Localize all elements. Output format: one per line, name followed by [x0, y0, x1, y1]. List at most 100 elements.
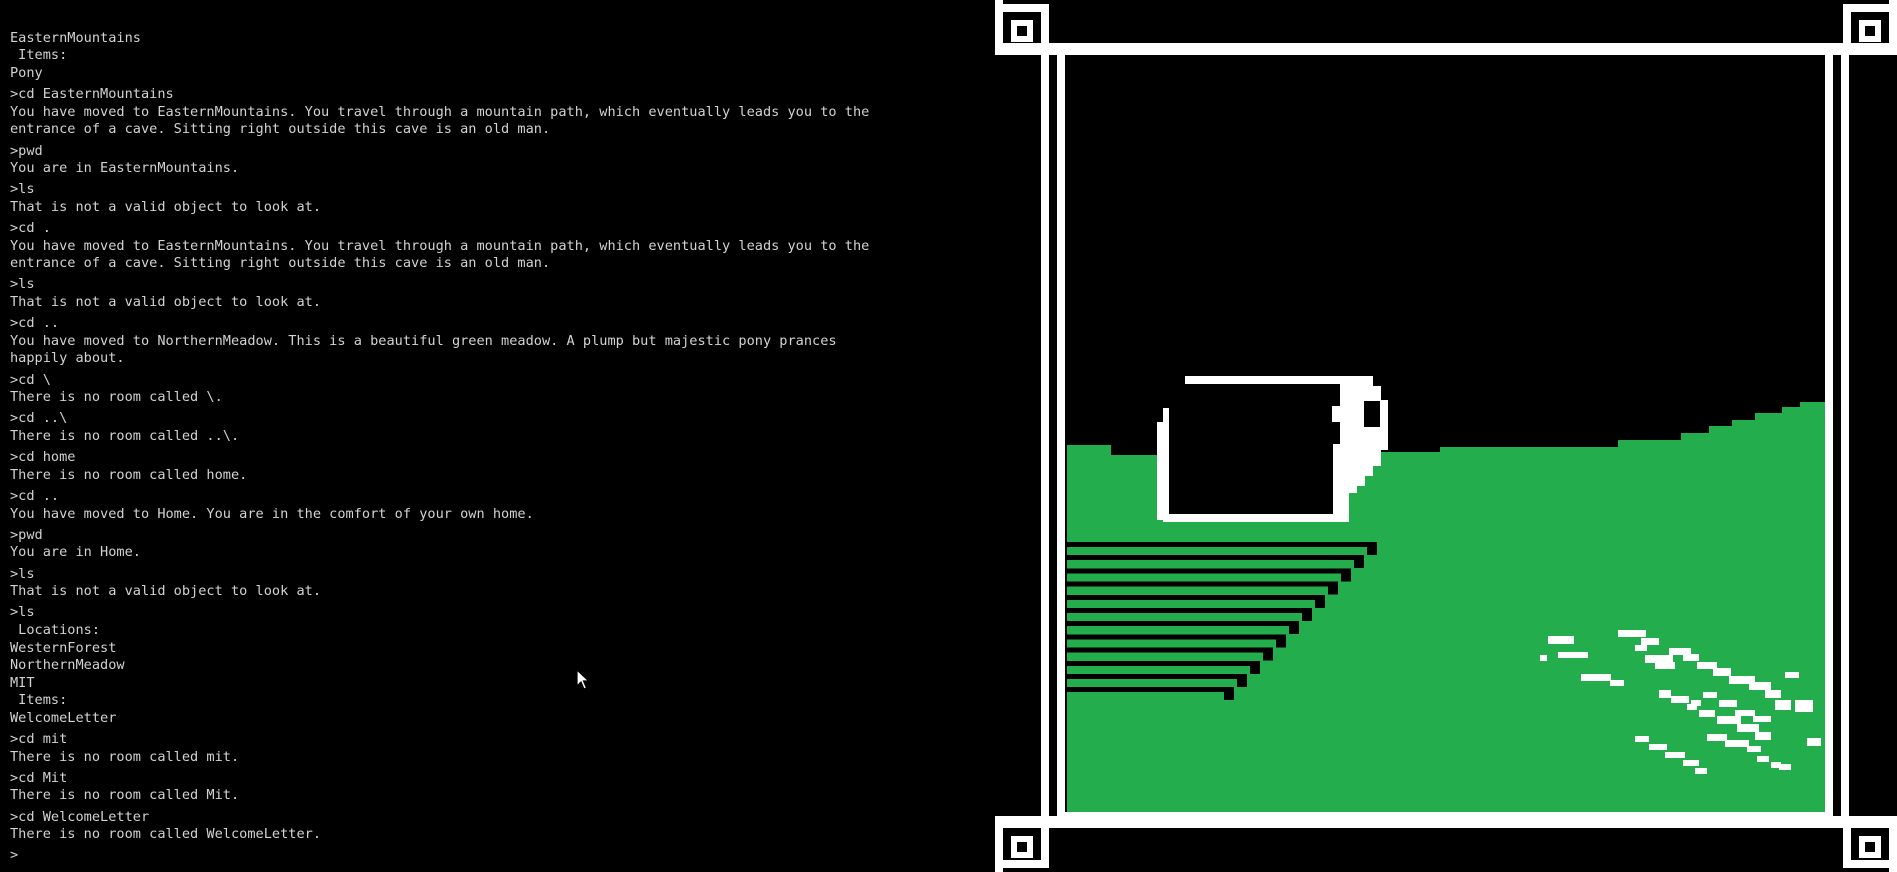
terminal-output-line: There is no room called ..\.	[10, 428, 240, 444]
step-edge	[1289, 621, 1299, 635]
step-shadow	[1067, 594, 1325, 600]
terminal-command-line: >	[10, 847, 19, 864]
terminal-output-line: That is not a valid object to look at.	[10, 294, 321, 311]
terminal-output-line: That is not a valid object to look at.	[10, 198, 321, 215]
step-edge	[1315, 594, 1325, 608]
step-shadow	[1067, 621, 1299, 627]
terminal-command-line: >cd home	[10, 449, 76, 466]
step-shadow	[1067, 581, 1338, 587]
step-shadow	[1067, 687, 1234, 693]
step-edge	[1276, 634, 1286, 648]
pony-pixel	[1683, 760, 1699, 766]
pony-pixel	[1765, 690, 1781, 698]
pony-pixel	[1779, 764, 1791, 770]
pony-pixel	[1695, 768, 1707, 774]
terminal-output-line: There is no room called \.	[10, 389, 223, 406]
terminal-output-line: There is no room called mit.	[10, 748, 240, 765]
terminal-output-line: WesternForest	[10, 639, 117, 656]
terminal-output-line: You are in EasternMountains.	[10, 160, 240, 177]
pony-pixel	[1717, 716, 1741, 724]
pony-pixel	[1713, 668, 1731, 676]
pony-pixel	[1807, 738, 1821, 746]
step-edge	[1263, 647, 1273, 661]
pony-pixel	[1558, 652, 1588, 658]
step-edge	[1367, 542, 1377, 555]
terminal-command-line: >cd WelcomeLetter	[10, 808, 150, 825]
pony-pixel	[1747, 746, 1761, 752]
pony-pixel	[1757, 756, 1769, 762]
terminal-output-line: MIT	[10, 674, 35, 691]
pony-pixel	[1635, 645, 1647, 651]
pony-pixel	[1659, 690, 1671, 698]
terminal-command-line: >cd ..\	[10, 410, 68, 427]
step-shadow	[1067, 568, 1351, 574]
terminal-output-line: You have moved to NorthernMeadow. This i…	[10, 332, 837, 349]
step-edge	[1237, 674, 1247, 687]
terminal-command-line: >pwd	[10, 142, 43, 159]
terminal-command-line: >ls	[10, 276, 35, 293]
pony-pixel	[1581, 674, 1611, 681]
pony-pixel	[1665, 752, 1685, 758]
step-shadow	[1067, 542, 1377, 547]
terminal-command-line: >cd Mit	[10, 769, 68, 786]
terminal-output-line: You have moved to EasternMountains. You …	[10, 103, 870, 120]
terminal-output-line: That is not a valid object to look at.	[10, 583, 321, 600]
pony-pixel	[1691, 700, 1701, 706]
mouse-pointer-icon	[576, 669, 590, 690]
pony-pixel	[1697, 662, 1717, 669]
pony-pixel	[1703, 692, 1717, 698]
pony-pixel	[1655, 662, 1675, 669]
pony-pixel	[1753, 716, 1771, 722]
terminal-command-line: >cd EasternMountains	[10, 86, 174, 103]
terminal-output-line: NorthernMeadow	[10, 657, 125, 674]
terminal-output-line: Pony	[10, 64, 43, 81]
terminal-command-line: >ls	[10, 604, 35, 621]
step-shadow	[1067, 647, 1273, 653]
step-shadow	[1067, 608, 1312, 613]
pony-pixel	[1755, 732, 1771, 740]
terminal-output-line: entrance of a cave. Sitting right outsid…	[10, 255, 551, 272]
terminal-panel[interactable]: EasternMountains Items: Pony >cd EasternMo…	[0, 0, 990, 872]
pony-pixel	[1683, 654, 1699, 661]
terminal-output-line: entrance of a cave. Sitting right outsid…	[10, 121, 551, 138]
terminal-output-line: You have moved to EasternMountains. You …	[10, 237, 870, 254]
pony-pixel	[1749, 682, 1771, 690]
terminal-command-line: >cd mit	[10, 731, 68, 748]
pony-pixel	[1737, 724, 1759, 732]
terminal-output-line: There is no room called WelcomeLetter.	[10, 826, 321, 843]
terminal-output-line: happily about.	[10, 350, 125, 367]
step-edge	[1302, 608, 1312, 621]
terminal-command-line: >cd ..	[10, 315, 60, 332]
pony-pixel	[1735, 710, 1755, 716]
pony-pixel	[1707, 734, 1727, 741]
terminal-command-line: >cd \	[10, 371, 51, 388]
terminal-output-line: Items:	[10, 692, 68, 709]
pony-pixel	[1649, 744, 1667, 750]
step-edge	[1341, 568, 1351, 582]
terminal-log: EasternMountains Items: Pony >cd EasternMo…	[10, 30, 980, 865]
step-shadow	[1067, 555, 1364, 561]
terminal-output-line: There is no room called Mit.	[10, 787, 240, 804]
terminal-output-line: EasternMountains	[10, 29, 141, 46]
terminal-output-line: There is no room called home.	[10, 466, 248, 483]
pony-pixel	[1671, 696, 1689, 703]
pony-pixel	[1725, 740, 1749, 747]
pony-pixel	[1719, 700, 1737, 707]
step-shadow	[1067, 660, 1260, 666]
terminal-command-line: >ls	[10, 181, 35, 198]
terminal-command-line: >pwd	[10, 526, 43, 543]
pony-pixel	[1699, 710, 1715, 717]
terminal-output-line: Items:	[10, 47, 68, 64]
pony-pixel	[1645, 655, 1673, 663]
terminal-output-line: You have moved to Home. You are in the c…	[10, 505, 534, 522]
terminal-command-line: >cd ..	[10, 487, 60, 504]
terminal-command-line: >ls	[10, 565, 35, 582]
pony-pixel	[1540, 655, 1547, 661]
step-shadow	[1067, 634, 1286, 640]
terminal-output-line: WelcomeLetter	[10, 709, 117, 726]
terminal-command-line: >cd .	[10, 220, 51, 237]
pony-pixel	[1618, 630, 1646, 637]
pony-pixel	[1548, 636, 1574, 644]
pony-pixel	[1669, 648, 1691, 655]
terminal-output-line: You are in Home.	[10, 544, 141, 561]
